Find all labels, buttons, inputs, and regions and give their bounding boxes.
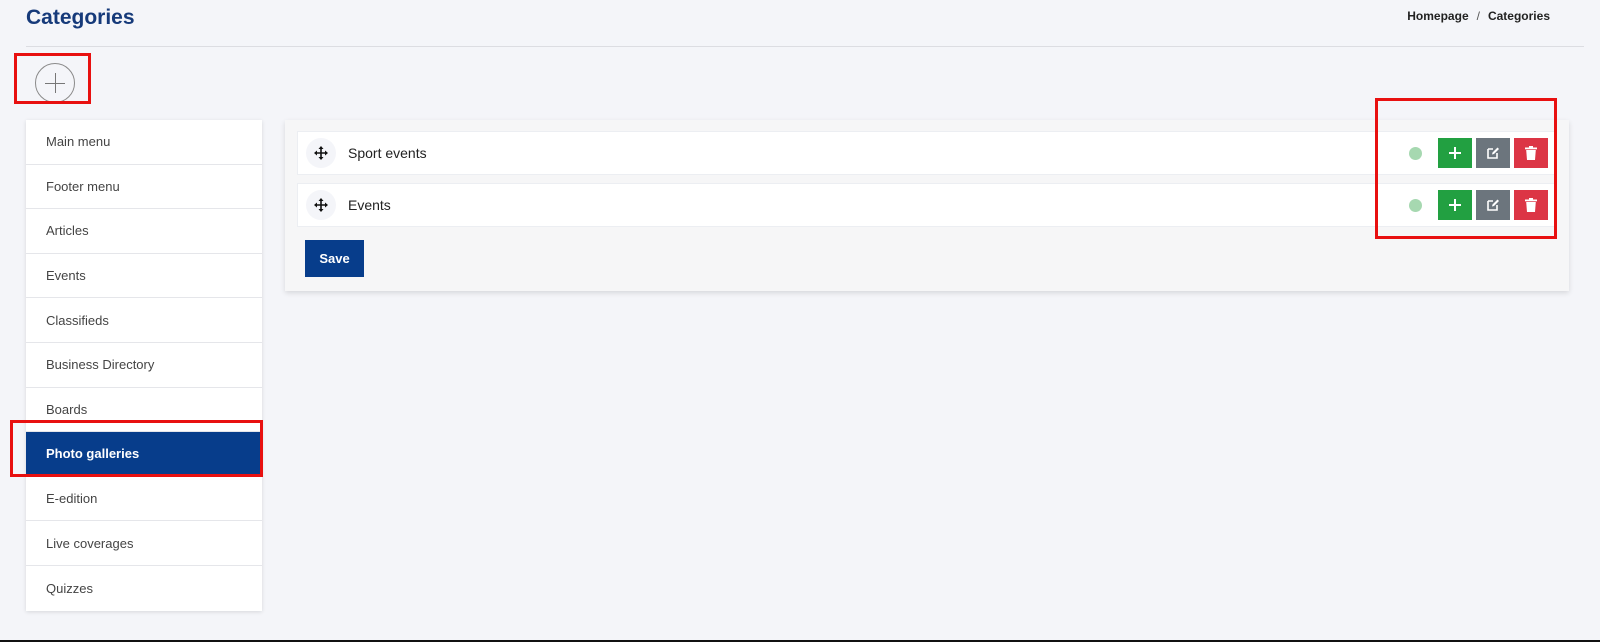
- category-label: Events: [348, 197, 391, 213]
- add-subcategory-button[interactable]: [1438, 138, 1472, 168]
- edit-category-button[interactable]: [1476, 190, 1510, 220]
- categories-page: Categories Homepage / Categories Main me…: [0, 0, 1600, 642]
- edit-icon: [1487, 199, 1499, 211]
- sidebar-item-quizzes[interactable]: Quizzes: [26, 566, 262, 611]
- breadcrumb-separator: /: [1476, 9, 1480, 23]
- sidebar-item-classifieds[interactable]: Classifieds: [26, 298, 262, 343]
- sidebar-item-business-directory[interactable]: Business Directory: [26, 343, 262, 388]
- plus-icon: [1449, 147, 1461, 159]
- sidebar-item-e-edition[interactable]: E-edition: [26, 477, 262, 522]
- page-title: Categories: [26, 6, 135, 29]
- category-type-sidebar: Main menu Footer menu Articles Events Cl…: [26, 120, 262, 611]
- category-row: Sport events: [297, 131, 1557, 175]
- sidebar-item-live-coverages[interactable]: Live coverages: [26, 521, 262, 566]
- category-label: Sport events: [348, 145, 427, 161]
- sidebar-item-articles[interactable]: Articles: [26, 209, 262, 254]
- sidebar-item-events[interactable]: Events: [26, 254, 262, 299]
- sidebar-item-footer-menu[interactable]: Footer menu: [26, 165, 262, 210]
- save-button[interactable]: Save: [305, 240, 364, 277]
- sidebar-item-photo-galleries[interactable]: Photo galleries: [26, 432, 262, 477]
- move-icon[interactable]: [306, 138, 336, 168]
- row-actions: [1409, 190, 1548, 220]
- add-subcategory-button[interactable]: [1438, 190, 1472, 220]
- row-actions: [1409, 138, 1548, 168]
- trash-icon: [1525, 198, 1537, 212]
- edit-icon: [1487, 147, 1499, 159]
- status-dot: [1409, 146, 1422, 160]
- add-category-button[interactable]: [35, 63, 75, 103]
- move-icon[interactable]: [306, 190, 336, 220]
- breadcrumb-homepage[interactable]: Homepage: [1407, 9, 1468, 23]
- categories-panel: Sport events Events Save: [285, 120, 1569, 291]
- delete-category-button[interactable]: [1514, 138, 1548, 168]
- category-row: Events: [297, 183, 1557, 227]
- header-divider: [26, 46, 1584, 47]
- breadcrumb-current: Categories: [1487, 9, 1550, 23]
- sidebar-item-boards[interactable]: Boards: [26, 388, 262, 433]
- breadcrumb: Homepage / Categories: [1407, 9, 1550, 23]
- sidebar-item-main-menu[interactable]: Main menu: [26, 120, 262, 165]
- trash-icon: [1525, 146, 1537, 160]
- plus-circle-icon: [45, 73, 65, 93]
- plus-icon: [1449, 199, 1461, 211]
- delete-category-button[interactable]: [1514, 190, 1548, 220]
- status-dot: [1409, 198, 1422, 212]
- edit-category-button[interactable]: [1476, 138, 1510, 168]
